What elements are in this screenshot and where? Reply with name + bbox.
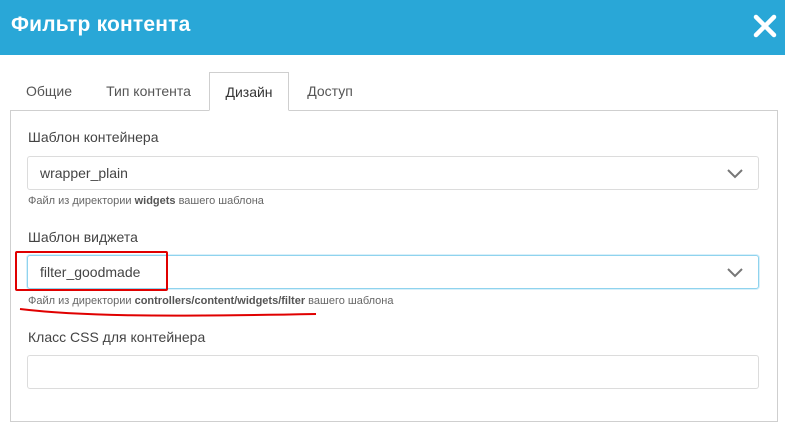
tab-access[interactable]: Доступ	[296, 72, 364, 110]
container-template-hint: Файл из директории widgets вашего шаблон…	[28, 195, 264, 207]
container-css-label: Класс CSS для контейнера	[28, 329, 206, 345]
tab-design[interactable]: Дизайн	[209, 72, 289, 111]
container-css-input[interactable]	[27, 355, 759, 389]
hint-text: вашего шаблона	[305, 295, 394, 307]
container-template-label: Шаблон контейнера	[28, 129, 159, 145]
annotation-underline	[19, 308, 317, 317]
annotation-highlight-box	[15, 251, 168, 291]
hint-text: Файл из директории	[28, 195, 135, 207]
tab-content-type[interactable]: Тип контента	[96, 72, 201, 110]
container-template-select[interactable]: wrapper_plain	[27, 156, 759, 190]
chevron-down-icon	[727, 169, 743, 179]
dialog-title: Фильтр контента	[11, 13, 191, 36]
tab-bar: Общие Тип контента Дизайн Доступ	[10, 72, 779, 111]
chevron-down-icon	[727, 268, 743, 278]
dialog-titlebar: Фильтр контента	[0, 0, 785, 55]
container-template-value: wrapper_plain	[40, 165, 128, 181]
hint-path: widgets	[134, 195, 176, 207]
widget-template-label: Шаблон виджета	[28, 229, 138, 245]
hint-text: вашего шаблона	[175, 195, 264, 207]
close-icon[interactable]	[751, 12, 779, 40]
tab-general[interactable]: Общие	[10, 72, 88, 110]
